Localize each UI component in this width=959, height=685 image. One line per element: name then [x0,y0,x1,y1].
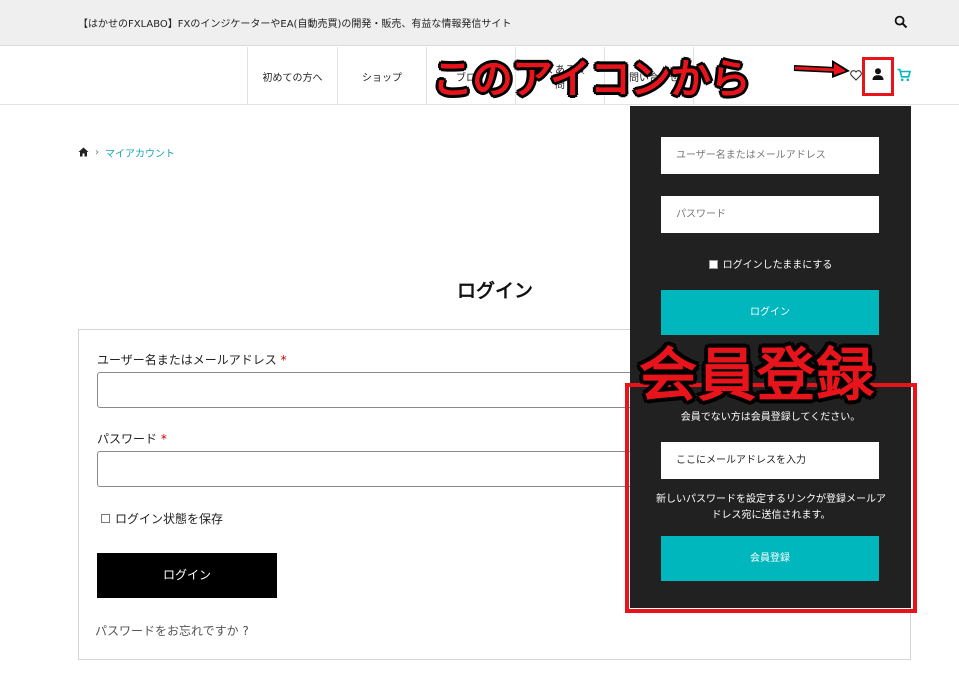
register-highlight [625,383,917,613]
register-callout-annotation: 会員登録 [639,341,876,409]
dropdown-remember-label: ログインしたままにする [722,260,833,271]
dropdown-remember: ログインしたままにする [630,256,911,271]
account-icon-highlight [862,57,894,96]
dropdown-username-input[interactable]: ユーザー名またはメールアドレス [661,137,879,174]
cart-icon[interactable] [897,68,911,82]
required-mark: * [280,353,287,367]
dropdown-password-input[interactable]: パスワード [661,196,879,233]
breadcrumb-separator: › [95,146,99,158]
remember-label: ログイン状態を保存 [115,512,224,526]
home-icon[interactable] [78,147,89,157]
dropdown-remember-checkbox[interactable] [708,260,718,269]
site-title[interactable]: 【はかせのFXLABO】FXのインジケーターやEA(自動売買)の開発・販売、有益… [78,15,511,30]
nav-item-label: 初めての方へ [262,73,323,84]
username-label-text: ユーザー名またはメールアドレス [97,353,277,367]
required-mark: * [160,432,167,446]
nav-item-label: ショップ [362,73,402,84]
remember-checkbox[interactable] [101,514,110,523]
top-bar: 【はかせのFXLABO】FXのインジケーターやEA(自動売買)の開発・販売、有益… [0,0,959,46]
arrow-right-icon [793,60,850,78]
breadcrumb: › マイアカウント [78,145,175,160]
breadcrumb-current[interactable]: マイアカウント [105,145,175,160]
login-button[interactable]: ログイン [97,553,277,598]
icon-callout-annotation: このアイコンから [432,55,751,103]
username-label: ユーザー名またはメールアドレス * [97,351,287,368]
nav-item-first-time[interactable]: 初めての方へ [247,47,337,105]
forgot-password-link[interactable]: パスワードをお忘れですか ? [95,622,249,639]
search-icon[interactable] [894,15,908,29]
nav-item-shop[interactable]: ショップ [337,47,426,105]
password-label-text: パスワード [97,432,158,446]
password-label: パスワード * [97,430,167,447]
